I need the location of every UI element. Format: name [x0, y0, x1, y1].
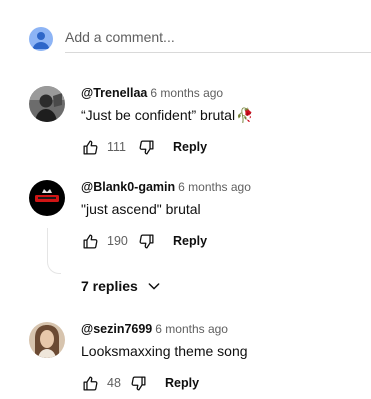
reply-button[interactable]: Reply: [173, 140, 207, 154]
comment-actions: 48 Reply: [81, 373, 199, 393]
thumbs-down-icon[interactable]: [129, 374, 147, 392]
thumbs-down-icon[interactable]: [137, 138, 155, 156]
comment-author[interactable]: @Blank0-gamin: [81, 180, 175, 194]
comment-text: "just ascend" brutal: [81, 201, 201, 217]
thumbs-up-icon[interactable]: [81, 374, 99, 392]
comment-time[interactable]: 6 months ago: [155, 322, 228, 336]
thread-connector-line: [47, 228, 61, 274]
comment-author[interactable]: @Trenellaa: [81, 86, 147, 100]
comment-time[interactable]: 6 months ago: [150, 86, 223, 100]
commenter-avatar[interactable]: [29, 322, 65, 358]
thumbs-up-icon[interactable]: [81, 138, 99, 156]
chevron-down-icon: [146, 278, 162, 294]
reply-button[interactable]: Reply: [173, 234, 207, 248]
like-count: 48: [107, 376, 121, 390]
commenter-avatar[interactable]: [29, 180, 65, 216]
comment-meta: @sezin7699 6 months ago: [81, 322, 228, 336]
comment-actions: 111 Reply: [81, 137, 207, 157]
thumbs-down-icon[interactable]: [137, 232, 155, 250]
comment-text: Looksmaxxing theme song: [81, 343, 248, 359]
comment-meta: @Trenellaa 6 months ago: [81, 86, 223, 100]
view-replies-button[interactable]: 7 replies: [81, 276, 162, 296]
commenter-avatar[interactable]: [29, 86, 65, 122]
thumbs-up-icon[interactable]: [81, 232, 99, 250]
add-comment-row: [29, 27, 371, 53]
add-comment-input[interactable]: [65, 27, 371, 53]
reply-button[interactable]: Reply: [165, 376, 199, 390]
replies-count-label: 7 replies: [81, 278, 138, 294]
comment-time[interactable]: 6 months ago: [178, 180, 251, 194]
like-count: 111: [107, 140, 127, 154]
user-avatar-icon[interactable]: [29, 27, 53, 51]
rose-emoji: 🥀: [236, 107, 254, 123]
comment-actions: 190 Reply: [81, 231, 207, 251]
comment-text-body: “Just be confident” brutal: [81, 107, 236, 123]
comment-text: “Just be confident” brutal🥀: [81, 106, 254, 124]
comment-author[interactable]: @sezin7699: [81, 322, 152, 336]
comment-meta: @Blank0-gamin 6 months ago: [81, 180, 251, 194]
like-count: 190: [107, 234, 128, 248]
